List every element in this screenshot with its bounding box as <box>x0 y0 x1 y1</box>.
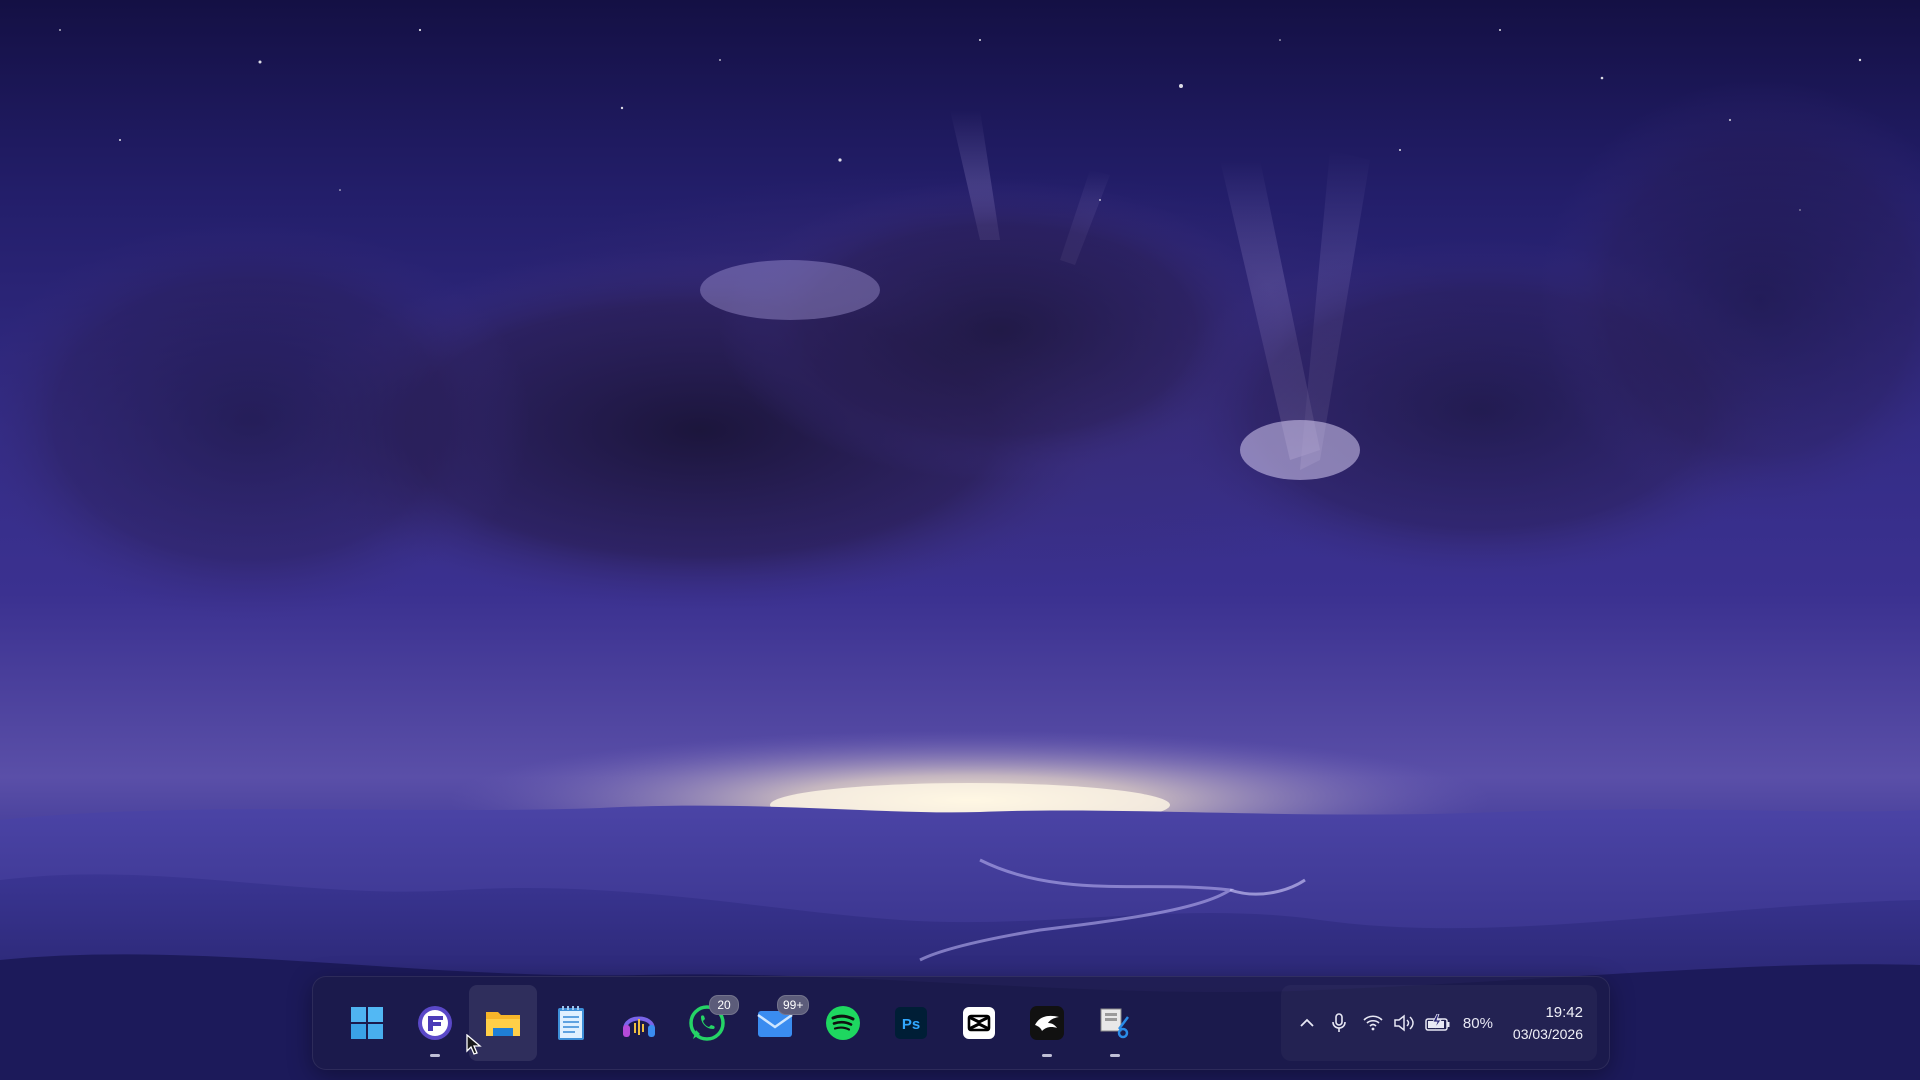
taskbar-app-browser[interactable] <box>401 985 469 1061</box>
photoshop-label: Ps <box>902 1016 920 1033</box>
quick-settings-button[interactable]: 80% <box>1355 1003 1501 1043</box>
taskbar-app-capcut[interactable] <box>945 985 1013 1061</box>
notepad-icon <box>558 1006 584 1040</box>
taskbar-start-button[interactable] <box>333 985 401 1061</box>
notification-badge: 20 <box>709 995 739 1015</box>
taskbar-app-photoshop[interactable]: Ps <box>877 985 945 1061</box>
running-indicator <box>430 1054 440 1057</box>
mouse-cursor <box>466 1034 482 1055</box>
speaker-icon <box>1394 1014 1414 1032</box>
taskbar-app-whatsapp[interactable]: 20 <box>673 985 741 1061</box>
eagle-icon <box>1030 1006 1064 1040</box>
spotify-icon <box>826 1006 860 1040</box>
show-hidden-icons-button[interactable] <box>1291 1003 1323 1043</box>
f-browser-icon <box>418 1006 452 1040</box>
capcut-icon <box>963 1007 995 1039</box>
wifi-icon <box>1363 1015 1383 1031</box>
taskbar-app-group: 20 99+ Ps <box>333 985 1149 1061</box>
wallpaper-image <box>0 28 1920 1080</box>
taskbar-app-spotify[interactable] <box>809 985 877 1061</box>
chevron-up-icon <box>1300 1018 1314 1027</box>
windows-start-icon <box>351 1007 383 1039</box>
taskbar-app-eagle[interactable] <box>1013 985 1081 1061</box>
battery-percentage: 80% <box>1462 1014 1493 1032</box>
clock-date: 03/03/2026 <box>1512 1026 1583 1042</box>
microphone-icon <box>1332 1013 1346 1032</box>
taskbar-app-snipping-tool[interactable] <box>1081 985 1149 1061</box>
microphone-button[interactable] <box>1323 1003 1355 1043</box>
clock-time: 19:42 <box>1545 1004 1583 1021</box>
taskbar-app-notepad[interactable] <box>537 985 605 1061</box>
running-indicator <box>1110 1054 1120 1057</box>
headphones-icon <box>623 1016 655 1037</box>
system-tray: 80% 19:42 03/03/2026 <box>1281 985 1597 1061</box>
photoshop-icon: Ps <box>895 1007 927 1039</box>
snipping-tool-icon <box>1100 1008 1129 1039</box>
taskbar-app-mail[interactable]: 99+ <box>741 985 810 1061</box>
taskbar-app-audio[interactable] <box>605 985 673 1061</box>
running-indicator <box>1042 1054 1052 1057</box>
folder-icon <box>486 1012 520 1036</box>
clock-button[interactable]: 19:42 03/03/2026 <box>1501 1002 1585 1044</box>
taskbar: 20 99+ Ps 80% 19:42 03/03/2026 <box>312 976 1610 1070</box>
battery-charging-icon <box>1425 1014 1450 1031</box>
notification-badge: 99+ <box>777 995 810 1015</box>
desktop[interactable]: 20 99+ Ps 80% 19:42 03/03/2026 <box>0 0 1920 1080</box>
